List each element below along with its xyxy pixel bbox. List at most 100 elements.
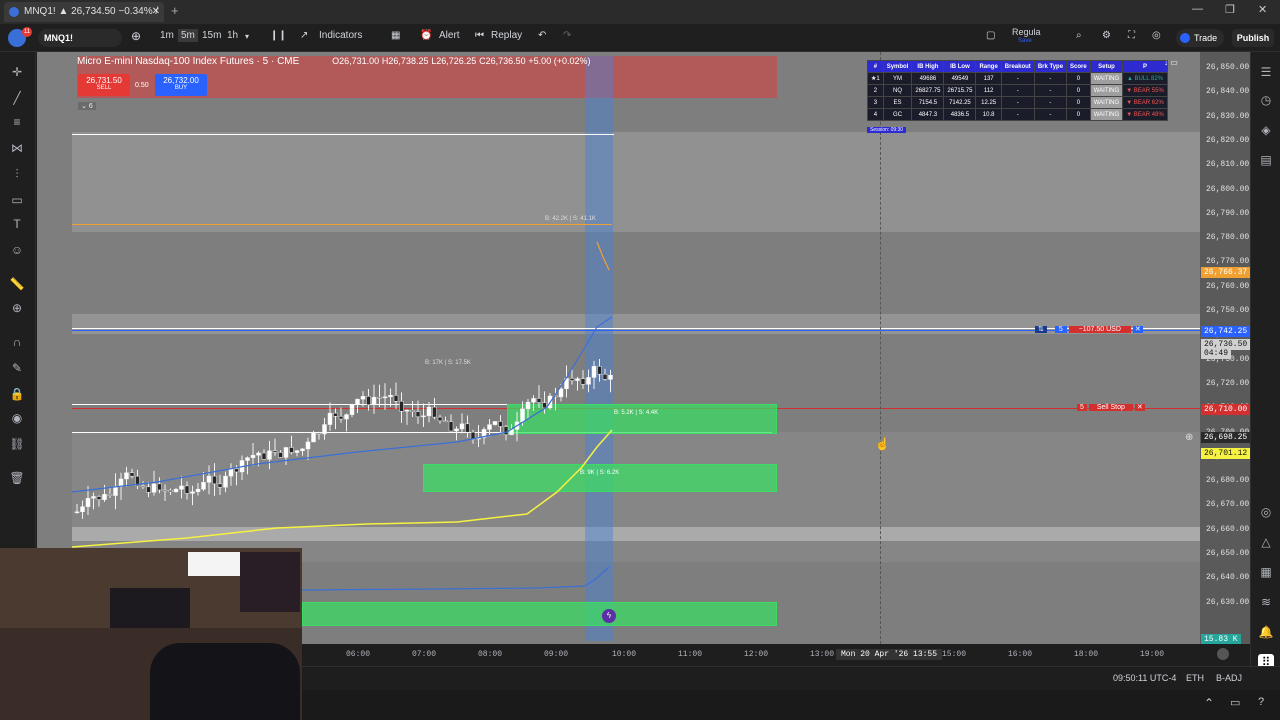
layout-save[interactable]: Save: [1018, 38, 1032, 44]
flag-icon: [9, 7, 19, 17]
symbol-search[interactable]: MNQ1!: [38, 29, 122, 47]
stream-icon[interactable]: ≋: [1258, 594, 1274, 610]
chevron-down-icon[interactable]: ▾: [245, 32, 249, 41]
redo-icon[interactable]: ↷: [563, 30, 571, 41]
minimize-icon[interactable]: —: [1192, 3, 1203, 15]
table-row: ★1 YM 49686 49549 137- -0 WAITING ▲ BULL 82%: [867, 72, 1168, 85]
replay-button[interactable]: Replay: [491, 30, 522, 41]
stop-qty: 5: [1077, 404, 1087, 411]
calendar-icon[interactable]: ▦: [1258, 564, 1274, 580]
candle-body: [250, 454, 256, 458]
price-axis-label: 26,750.00: [1206, 306, 1250, 315]
sell-button[interactable]: 26,731.50 SELL: [78, 74, 130, 96]
price-axis[interactable]: 26,850.00 26,840.00 26,830.00 26,820.00 26,8…: [1200, 52, 1251, 645]
sell-price: 26,731.50: [86, 76, 122, 85]
chevron-up-icon[interactable]: ⌃: [1204, 696, 1214, 710]
trade-button[interactable]: Trade: [1176, 29, 1224, 47]
help-icon[interactable]: ?: [1258, 696, 1264, 708]
templates-icon[interactable]: ▦: [391, 30, 400, 41]
table-row: 4 GC 4847.3 4836.5 10.8- -0 WAITING ▼ BEAR 48%: [867, 108, 1168, 121]
adjustment-toggle[interactable]: B-ADJ: [1216, 673, 1242, 683]
indicator-toggle[interactable]: ⌄ 6: [78, 102, 96, 110]
interval-15m[interactable]: 15m: [202, 30, 221, 41]
emoji-icon[interactable]: ☺: [9, 242, 25, 258]
goto-date-icon[interactable]: [1217, 648, 1229, 660]
fullscreen-icon[interactable]: ⛶: [1128, 30, 1135, 41]
watchlist-icon[interactable]: ☰: [1258, 64, 1274, 80]
candle-body: [520, 408, 525, 423]
forecast-icon[interactable]: ⫶: [9, 166, 25, 182]
candle-body: [443, 420, 448, 423]
stop-close-icon[interactable]: ✕: [1134, 404, 1145, 411]
stop-order[interactable]: 5 Sell Stop ✕: [1077, 403, 1145, 414]
price-axis-label: 26,670.00: [1206, 500, 1250, 510]
indicators-button[interactable]: Indicators: [319, 30, 362, 41]
close-icon[interactable]: ✕: [152, 2, 160, 22]
add-order-icon[interactable]: ⊕: [1185, 432, 1193, 443]
layout-name[interactable]: Regula: [1012, 27, 1041, 37]
price-badge: 26,742.25: [1201, 326, 1251, 337]
ib-cell: ★1: [867, 72, 884, 85]
time-axis-label: 15:00: [942, 650, 967, 659]
ib-download-icon[interactable]: ↓ ▭: [1164, 58, 1178, 67]
tab-mnq[interactable]: MNQ1! ▲ 26,734.50 −0.34% / ✕: [4, 2, 164, 22]
restore-icon[interactable]: ❐: [1225, 3, 1235, 16]
chart-type-icon[interactable]: ❙❙: [270, 30, 287, 41]
eye-icon[interactable]: ◉: [9, 410, 25, 426]
interval-1h[interactable]: 1h: [227, 30, 238, 41]
pencil-lock-icon[interactable]: ✎: [9, 360, 25, 376]
ib-cell: 26715.75: [943, 84, 977, 97]
settings-icon[interactable]: ⚙: [1102, 30, 1111, 41]
price-badge: 26,766.37: [1201, 267, 1251, 278]
buy-price: 26,732.00: [163, 76, 199, 85]
layers-icon[interactable]: ◈: [1258, 122, 1274, 138]
lightning-icon[interactable]: ϟ: [602, 609, 616, 623]
symbol-label: MNQ1!: [44, 33, 73, 43]
ruler-icon[interactable]: 📏: [9, 276, 25, 292]
price-axis-label: 26,780.00: [1206, 233, 1250, 243]
alerts-clock-icon[interactable]: ◷: [1258, 92, 1274, 108]
notifications-icon[interactable]: 🔔: [1258, 624, 1274, 640]
interval-1m[interactable]: 1m: [160, 30, 174, 41]
position-close-icon[interactable]: ✕: [1132, 326, 1143, 333]
alert-button[interactable]: Alert: [439, 30, 460, 41]
interval-5m[interactable]: 5m: [178, 29, 198, 42]
add-symbol-icon[interactable]: ⊕: [131, 29, 141, 43]
time-axis-label: 13:00: [810, 650, 835, 659]
ideas-icon[interactable]: △: [1258, 534, 1274, 550]
new-tab-icon[interactable]: +: [171, 3, 179, 18]
camera-icon[interactable]: ◎: [1152, 30, 1161, 41]
indicators-icon[interactable]: ↗: [300, 30, 308, 41]
session-toggle[interactable]: ETH: [1186, 673, 1204, 683]
chat-icon[interactable]: ▤: [1258, 152, 1274, 168]
clock[interactable]: 09:50:11 UTC-4: [1113, 673, 1176, 683]
magnet-icon[interactable]: ∩: [9, 334, 25, 350]
pattern-icon[interactable]: ⋈: [9, 140, 25, 156]
candle-body: [118, 478, 124, 487]
candle-body: [465, 423, 470, 433]
crosshair-icon[interactable]: ✛: [9, 64, 25, 80]
shapes-icon[interactable]: ▭: [9, 192, 25, 208]
text-icon[interactable]: T: [9, 216, 25, 232]
trash-icon[interactable]: 🗑: [9, 470, 25, 486]
ib-header-cell: Symbol: [882, 60, 913, 73]
maximize-panel-icon[interactable]: ▭: [1230, 696, 1240, 709]
position-order[interactable]: ⇅ 5 −107.50 USD ✕: [1035, 325, 1143, 336]
alert-icon[interactable]: ⏰: [420, 30, 432, 41]
replay-icon[interactable]: ⏮: [475, 30, 484, 41]
candle-body: [410, 410, 415, 412]
lock-icon[interactable]: 🔒: [9, 386, 25, 402]
layout-icon[interactable]: ▢: [986, 30, 995, 41]
window-close-icon[interactable]: ✕: [1258, 3, 1267, 16]
link-icon[interactable]: ⛓: [9, 436, 25, 452]
candle-body: [404, 410, 410, 412]
target-icon[interactable]: ◎: [1258, 504, 1274, 520]
publish-button[interactable]: Publish: [1232, 29, 1274, 47]
zoom-icon[interactable]: ⊕: [9, 300, 25, 316]
trend-line-icon[interactable]: ╱: [9, 90, 25, 106]
fib-icon[interactable]: ≡: [9, 114, 25, 130]
ib-cell: WAITING: [1089, 84, 1124, 97]
undo-icon[interactable]: ↶: [538, 30, 546, 41]
buy-button[interactable]: 26,732.00 BUY: [155, 74, 207, 96]
search-icon[interactable]: ⌕: [1076, 30, 1082, 41]
